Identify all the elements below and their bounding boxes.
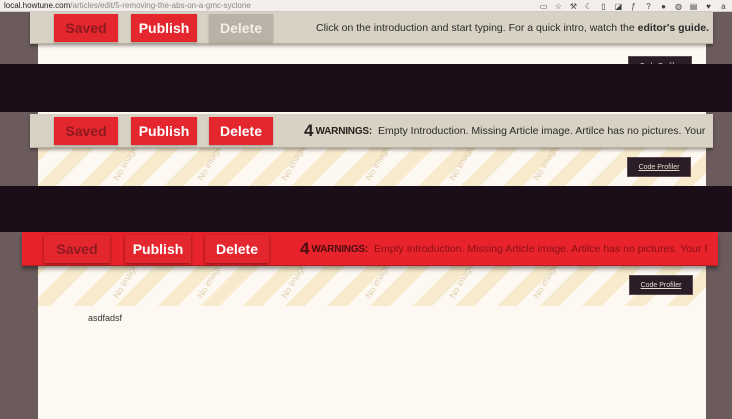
tag-icon[interactable]: ◪ bbox=[614, 1, 623, 11]
editor-panel-warnings-gray: No image No image No image No image No i… bbox=[0, 112, 732, 186]
stamp-icon[interactable]: ▤ bbox=[689, 1, 698, 11]
warning-label: WARNINGS: bbox=[315, 125, 372, 137]
font-icon[interactable]: ƒ bbox=[629, 1, 638, 11]
shield-icon[interactable]: ♥ bbox=[704, 1, 713, 11]
screenshot-collage: local.howtune.com/articles/edit/5-removi… bbox=[0, 0, 732, 419]
bookmark-icon[interactable]: ▭ bbox=[539, 1, 548, 11]
warnings-message: 4 WARNINGS: Empty Introduction. Missing … bbox=[300, 232, 708, 266]
placeholder-watermark: No image bbox=[111, 143, 140, 183]
moon-icon[interactable]: ☾ bbox=[584, 1, 593, 11]
editor-sheet bbox=[38, 42, 706, 64]
placeholder-watermark: No image bbox=[195, 261, 224, 301]
placeholder-watermark: No image bbox=[363, 261, 392, 301]
placeholder-watermark: No image bbox=[531, 261, 560, 301]
browser-toolbar-icons: ▭ ☆ ⚒ ☾ ▯ ◪ ƒ ? ● ◍ ▤ ♥ a bbox=[539, 1, 728, 11]
saved-button[interactable]: Saved bbox=[44, 235, 110, 263]
help-icon[interactable]: ? bbox=[644, 1, 653, 11]
warning-label: WARNINGS: bbox=[311, 243, 368, 255]
delete-button[interactable]: Delete bbox=[209, 117, 273, 145]
publish-button[interactable]: Publish bbox=[131, 117, 197, 145]
no-image-placeholder: No image No image No image No image No i… bbox=[38, 142, 706, 186]
editor-toolbar: Saved Publish Delete Click on the introd… bbox=[30, 12, 713, 44]
browser-address-bar[interactable]: local.howtune.com/articles/edit/5-removi… bbox=[0, 0, 732, 12]
saved-button[interactable]: Saved bbox=[54, 117, 118, 145]
editors-guide-link[interactable]: editor's guide. bbox=[638, 22, 709, 34]
amazon-icon[interactable]: a bbox=[719, 1, 728, 11]
phone-icon[interactable]: ▯ bbox=[599, 1, 608, 11]
placeholder-watermark: No image bbox=[447, 261, 476, 301]
globe-icon[interactable]: ● bbox=[659, 1, 668, 11]
publish-button[interactable]: Publish bbox=[131, 14, 197, 42]
cookie-icon[interactable]: ◍ bbox=[674, 1, 683, 11]
star-icon[interactable]: ☆ bbox=[554, 1, 563, 11]
saved-button[interactable]: Saved bbox=[54, 14, 118, 42]
url-path: /articles/edit/5-removing-the-abs-on-a-g… bbox=[70, 1, 251, 10]
code-profiler-button[interactable]: Code Profiler bbox=[629, 275, 693, 295]
placeholder-watermark: No image bbox=[363, 143, 392, 183]
placeholder-watermark: No image bbox=[279, 261, 308, 301]
delete-button[interactable]: Delete bbox=[205, 235, 269, 263]
editor-toolbar: Saved Publish Delete 4 WARNINGS: Empty I… bbox=[30, 114, 713, 148]
publish-button[interactable]: Publish bbox=[125, 235, 191, 263]
warning-count: 4 bbox=[304, 121, 314, 140]
separator-band bbox=[0, 186, 732, 232]
warning-text: Empty Introduction. Missing Article imag… bbox=[378, 125, 708, 137]
warning-text: Empty Introduction. Missing Article imag… bbox=[374, 243, 708, 255]
delete-button[interactable]: Delete bbox=[209, 14, 273, 42]
warning-count: 4 bbox=[300, 239, 310, 258]
wrench-icon[interactable]: ⚒ bbox=[569, 1, 578, 11]
placeholder-watermark: No image bbox=[195, 143, 224, 183]
url-host: local.howtune.com bbox=[4, 1, 71, 10]
editor-panel-warnings-red: No image No image No image No image No i… bbox=[0, 232, 732, 419]
separator-band bbox=[0, 64, 732, 112]
warnings-message: 4 WARNINGS: Empty Introduction. Missing … bbox=[304, 114, 708, 148]
article-body-text[interactable]: asdfadsf bbox=[88, 313, 122, 323]
code-profiler-button[interactable]: Code Profiler bbox=[627, 157, 691, 177]
editor-toolbar: Saved Publish Delete 4 WARNINGS: Empty I… bbox=[22, 232, 718, 266]
editor-panel-initial: Saved Publish Delete Click on the introd… bbox=[0, 12, 732, 64]
code-profiler-button[interactable]: Code Profiler bbox=[628, 56, 692, 64]
placeholder-watermark: No image bbox=[531, 143, 560, 183]
placeholder-watermark: No image bbox=[447, 143, 476, 183]
placeholder-watermark: No image bbox=[111, 261, 140, 301]
placeholder-watermark: No image bbox=[279, 143, 308, 183]
intro-hint-text: Click on the introduction and start typi… bbox=[316, 22, 635, 34]
toolbar-message: Click on the introduction and start typi… bbox=[316, 12, 710, 44]
